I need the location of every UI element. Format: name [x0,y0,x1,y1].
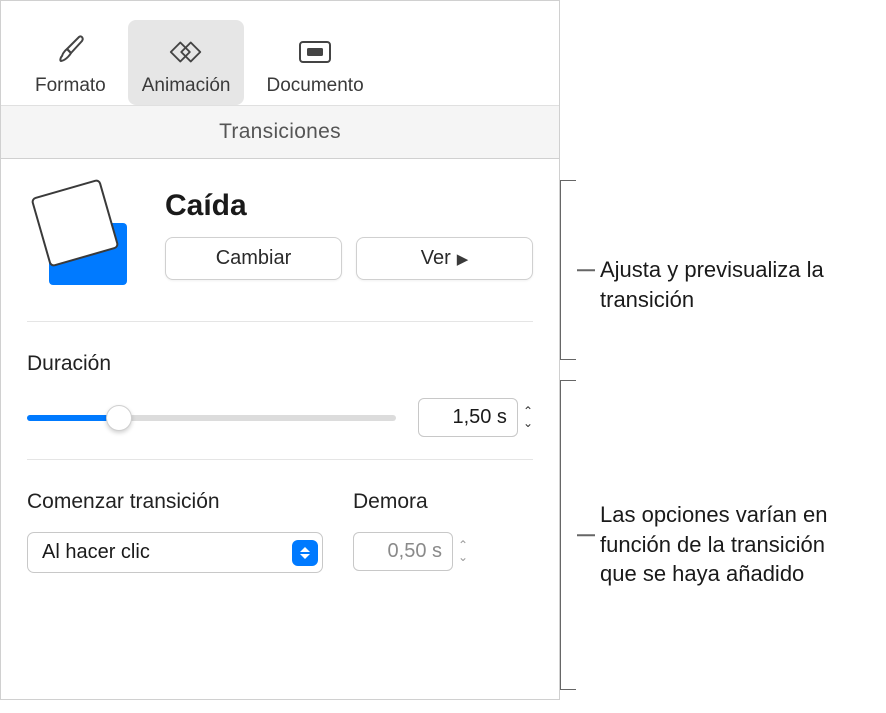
transition-thumbnail [27,183,137,293]
delay-step-down[interactable]: ⌄ [458,552,468,564]
change-button-label: Cambiar [216,247,292,270]
inspector-tab-bar: Formato Animación Docu [1,1,559,106]
duration-label: Duración [27,352,533,376]
start-transition-label: Comenzar transición [27,490,323,514]
diamond-icon [167,33,205,71]
preview-button-label: Ver [421,247,451,270]
tab-document[interactable]: Documento [252,20,377,105]
section-header-transitions: Transiciones [1,106,559,159]
transition-name: Caída [165,189,533,223]
tab-animation-label: Animación [142,75,231,97]
tab-format[interactable]: Formato [21,20,120,105]
start-transition-value[interactable] [27,532,323,573]
slide-icon [296,33,334,71]
duration-step-down[interactable]: ⌄ [523,418,533,430]
tab-format-label: Formato [35,75,106,97]
preview-button[interactable]: Ver ▶ [356,237,533,280]
delay-label: Demora [353,490,533,514]
duration-input[interactable] [418,398,518,437]
callouts-column: Ajusta y previsualiza la transición Las … [560,0,886,713]
delay-input[interactable] [353,532,453,571]
tab-document-label: Documento [266,75,363,97]
inspector-panel: Formato Animación Docu [0,0,560,700]
callout-options: Las opciones varían en función de la tra… [560,500,850,589]
duration-slider[interactable] [27,406,396,430]
change-button[interactable]: Cambiar [165,237,342,280]
start-section: Comenzar transición Demora ⌃ [27,460,533,593]
tab-animation[interactable]: Animación [128,20,245,105]
duration-section: Duración ⌃ ⌄ [27,322,533,460]
slider-thumb[interactable] [106,405,132,431]
brush-icon [51,33,89,71]
play-icon: ▶ [457,250,469,268]
callout-preview: Ajusta y previsualiza la transición [560,255,850,314]
transition-info-row: Caída Cambiar Ver ▶ [27,183,533,322]
start-transition-select[interactable] [27,532,323,573]
